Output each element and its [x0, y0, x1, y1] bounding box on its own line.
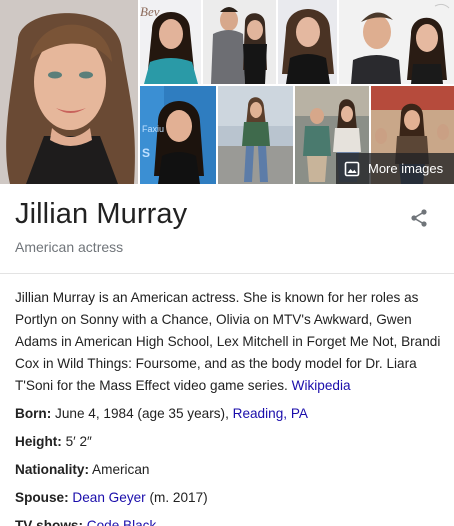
wikipedia-link[interactable]: Wikipedia: [292, 378, 351, 393]
more-images-button[interactable]: More images: [336, 153, 454, 184]
main-photo[interactable]: [0, 0, 138, 184]
share-button[interactable]: [405, 204, 433, 232]
photo-thumbnail[interactable]: [278, 0, 337, 84]
fact-value: June 4, 1984 (age 35 years),: [55, 406, 229, 421]
photo-thumbnail[interactable]: [218, 86, 293, 184]
fact-label: Born:: [15, 406, 52, 421]
photo-thumbnail[interactable]: [203, 0, 276, 84]
photo-thumbnail[interactable]: Bev: [140, 0, 201, 84]
fact-born: Born: June 4, 1984 (age 35 years), Readi…: [15, 404, 445, 432]
fact-label: Nationality:: [15, 462, 90, 477]
description-text: Jillian Murray is an American actress. S…: [15, 290, 441, 393]
image-collage: Bev Faxiu S More images: [0, 0, 454, 184]
knowledge-panel-header: Jillian Murray American actress: [0, 184, 454, 274]
fact-nationality: Nationality: American: [15, 460, 445, 488]
photo-watermark: Bev: [140, 4, 160, 19]
entity-description: Jillian Murray is an American actress. S…: [15, 287, 445, 397]
fact-height: Height: 5′ 2″: [15, 432, 445, 460]
photo-watermark: Faxiu: [142, 124, 165, 134]
fact-label: Height:: [15, 434, 62, 449]
entity-subtitle: American actress: [15, 239, 124, 255]
spouse-link[interactable]: Dean Geyer: [72, 490, 145, 505]
fact-spouse: Spouse: Dean Geyer (m. 2017): [15, 488, 445, 516]
entity-title: Jillian Murray: [15, 198, 188, 230]
birthplace-link[interactable]: Reading, PA: [233, 406, 308, 421]
fact-value: 5′ 2″: [65, 434, 92, 449]
photo-thumbnail[interactable]: Faxiu S: [140, 86, 216, 184]
photo-watermark: S: [142, 146, 151, 160]
fact-value: (m. 2017): [149, 490, 208, 505]
entity-facts: Born: June 4, 1984 (age 35 years), Readi…: [15, 404, 445, 526]
image-icon: [344, 161, 360, 176]
fact-label: TV shows:: [15, 518, 83, 526]
photo-thumbnail[interactable]: [339, 0, 454, 84]
more-images-label: More images: [368, 161, 444, 176]
fact-tv-shows: TV shows: Code Black: [15, 516, 445, 526]
fact-value: American: [92, 462, 150, 477]
tv-show-link[interactable]: Code Black: [87, 518, 157, 526]
fact-label: Spouse:: [15, 490, 69, 505]
share-icon: [411, 209, 427, 227]
